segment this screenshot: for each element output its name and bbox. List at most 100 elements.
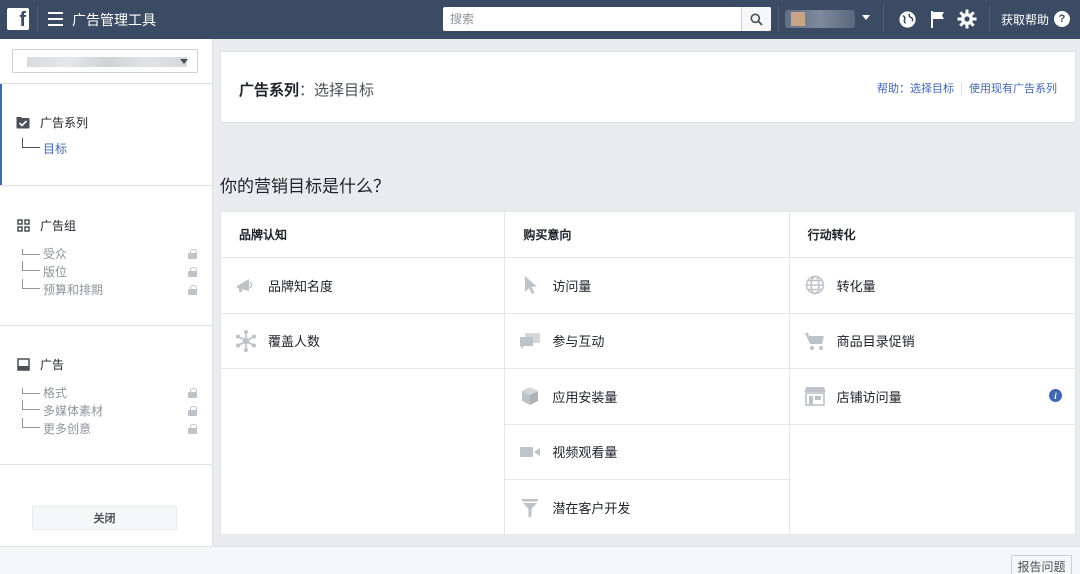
objective-app-installs[interactable]: 应用安装量 bbox=[505, 369, 789, 425]
sidebar-item-budget-schedule[interactable]: 预算和排期 bbox=[22, 279, 104, 298]
sidebar-divider bbox=[0, 185, 213, 186]
report-problem-button[interactable]: 报告问题 bbox=[1011, 555, 1072, 574]
objective-catalog-sales[interactable]: 商品目录促销 bbox=[789, 314, 1075, 369]
lock-icon bbox=[188, 249, 197, 259]
topbar-divider bbox=[37, 6, 38, 32]
objective-traffic[interactable]: 访问量 bbox=[505, 258, 789, 314]
lock-icon bbox=[188, 285, 197, 295]
info-icon[interactable]: i bbox=[1048, 389, 1062, 402]
avatar bbox=[791, 12, 805, 26]
search-icon bbox=[750, 13, 763, 26]
sidebar-item-label: 预算和排期 bbox=[43, 282, 104, 297]
sidebar-item-audience[interactable]: 受众 bbox=[22, 244, 67, 262]
top-navigation-bar: f 广告管理工具 获取帮助 ? bbox=[0, 0, 1080, 39]
sidebar-section-ad-set[interactable]: 广告组 bbox=[16, 217, 76, 234]
objective-label: 覆盖人数 bbox=[268, 335, 321, 351]
objective-label: 商品目录促销 bbox=[836, 335, 915, 351]
facebook-logo-icon[interactable]: f bbox=[7, 8, 29, 30]
sidebar-item-placement[interactable]: 版位 bbox=[22, 261, 68, 280]
ad-account-switcher[interactable] bbox=[785, 10, 861, 28]
footer-bar: 报告问题 bbox=[0, 546, 1080, 574]
tree-branch bbox=[22, 388, 40, 394]
app-title[interactable]: 广告管理工具 bbox=[72, 10, 156, 30]
objective-label: 访问量 bbox=[552, 279, 592, 295]
cart-icon bbox=[804, 330, 826, 352]
close-button[interactable]: 关闭 bbox=[32, 506, 177, 530]
active-section-indicator bbox=[0, 84, 2, 186]
sidebar-divider bbox=[0, 83, 213, 84]
topbar-divider bbox=[778, 6, 779, 32]
objective-label: 应用安装量 bbox=[552, 390, 618, 406]
page-title-section: 广告系列 bbox=[239, 81, 300, 99]
account-selector[interactable] bbox=[12, 49, 198, 73]
sidebar: 广告系列 目标 广告组 受众 版位 预算和排期 广告 格式 多媒体素材 更多创意… bbox=[0, 39, 213, 546]
sidebar-item-objective[interactable]: 目标 bbox=[22, 138, 67, 157]
objective-brand-awareness[interactable]: 品牌知名度 bbox=[221, 258, 505, 314]
objective-label: 转化量 bbox=[836, 279, 876, 295]
column-heading: 购买意向 bbox=[505, 212, 789, 258]
sidebar-section-campaign[interactable]: 广告系列 bbox=[16, 114, 88, 131]
objective-video-views[interactable]: 视频观看量 bbox=[505, 425, 789, 480]
objective-store-visits[interactable]: 店铺访问量 i bbox=[789, 369, 1075, 425]
objective-conversions[interactable]: 转化量 bbox=[789, 258, 1075, 314]
header-links: 帮助：选择目标 使用现有广告系列 bbox=[877, 80, 1057, 96]
sidebar-item-label: 受众 bbox=[43, 246, 68, 261]
objective-reach[interactable]: 覆盖人数 bbox=[221, 314, 505, 369]
hamburger-menu-icon[interactable] bbox=[48, 12, 63, 26]
megaphone-icon bbox=[235, 274, 257, 296]
globe-icon[interactable] bbox=[897, 9, 917, 29]
objective-label: 参与互动 bbox=[552, 335, 605, 351]
page-title: 广告系列：选择目标 bbox=[239, 79, 374, 100]
sidebar-item-format[interactable]: 格式 bbox=[22, 383, 67, 401]
campaign-folder-icon bbox=[16, 116, 30, 130]
help-question-icon[interactable]: ? bbox=[1054, 11, 1070, 27]
sidebar-item-label: 版位 bbox=[43, 264, 68, 279]
search-button[interactable] bbox=[741, 7, 771, 31]
box-icon bbox=[519, 385, 541, 407]
page-title-step: ：选择目标 bbox=[299, 81, 375, 99]
get-help-link[interactable]: 获取帮助 bbox=[1001, 11, 1049, 28]
link-divider bbox=[961, 81, 962, 95]
tree-branch bbox=[22, 249, 40, 255]
topbar-divider bbox=[883, 6, 884, 32]
column-heading: 行动转化 bbox=[789, 212, 1075, 258]
sidebar-item-label: 多媒体素材 bbox=[43, 403, 104, 418]
sidebar-section-ad[interactable]: 广告 bbox=[16, 356, 64, 373]
flag-icon[interactable] bbox=[928, 9, 948, 29]
topbar-divider bbox=[989, 6, 990, 32]
objective-label: 店铺访问量 bbox=[836, 390, 902, 406]
ad-set-grid-icon bbox=[16, 219, 30, 233]
chevron-down-icon bbox=[180, 59, 188, 64]
chat-bubbles-icon bbox=[519, 330, 541, 352]
objective-engagement[interactable]: 参与互动 bbox=[505, 314, 789, 369]
help-choose-objective-link[interactable]: 帮助：选择目标 bbox=[877, 80, 954, 96]
page-header-card: 广告系列：选择目标 帮助：选择目标 使用现有广告系列 bbox=[220, 51, 1076, 123]
video-camera-icon bbox=[519, 441, 541, 463]
lock-icon bbox=[188, 388, 197, 398]
sidebar-item-more-creative[interactable]: 更多创意 bbox=[22, 418, 91, 437]
tree-branch bbox=[22, 279, 40, 289]
sidebar-section-label: 广告系列 bbox=[40, 116, 89, 130]
objective-column-conversion: 行动转化 转化量 商品目录促销 店铺访问量 i bbox=[789, 212, 1075, 534]
search-input[interactable] bbox=[443, 7, 741, 31]
sidebar-item-media[interactable]: 多媒体素材 bbox=[22, 400, 104, 419]
tree-branch bbox=[22, 400, 40, 410]
lock-icon bbox=[188, 424, 197, 434]
objectives-grid: 品牌认知 品牌知名度 覆盖人数 购买意向 访问量 参与互动 应用安装量 视频观看… bbox=[220, 211, 1076, 535]
sidebar-section-label: 广告组 bbox=[40, 219, 77, 233]
sidebar-divider bbox=[0, 464, 213, 465]
objective-column-consideration: 购买意向 访问量 参与互动 应用安装量 视频观看量 潜在客户开发 bbox=[505, 212, 790, 536]
search-box bbox=[443, 7, 771, 31]
marketing-objective-question: 你的营销目标是什么？ bbox=[220, 177, 390, 197]
objective-label: 潜在客户开发 bbox=[552, 502, 631, 518]
gear-icon[interactable] bbox=[957, 9, 977, 29]
objective-column-awareness: 品牌认知 品牌知名度 覆盖人数 bbox=[221, 212, 506, 534]
lock-icon bbox=[188, 406, 197, 416]
objective-lead-generation[interactable]: 潜在客户开发 bbox=[505, 480, 788, 536]
ad-monitor-icon bbox=[16, 358, 30, 372]
objective-label: 品牌知名度 bbox=[268, 279, 334, 295]
cursor-icon bbox=[519, 274, 541, 296]
use-existing-campaign-link[interactable]: 使用现有广告系列 bbox=[969, 80, 1057, 96]
chevron-down-icon[interactable] bbox=[862, 15, 870, 20]
store-icon bbox=[804, 385, 826, 407]
